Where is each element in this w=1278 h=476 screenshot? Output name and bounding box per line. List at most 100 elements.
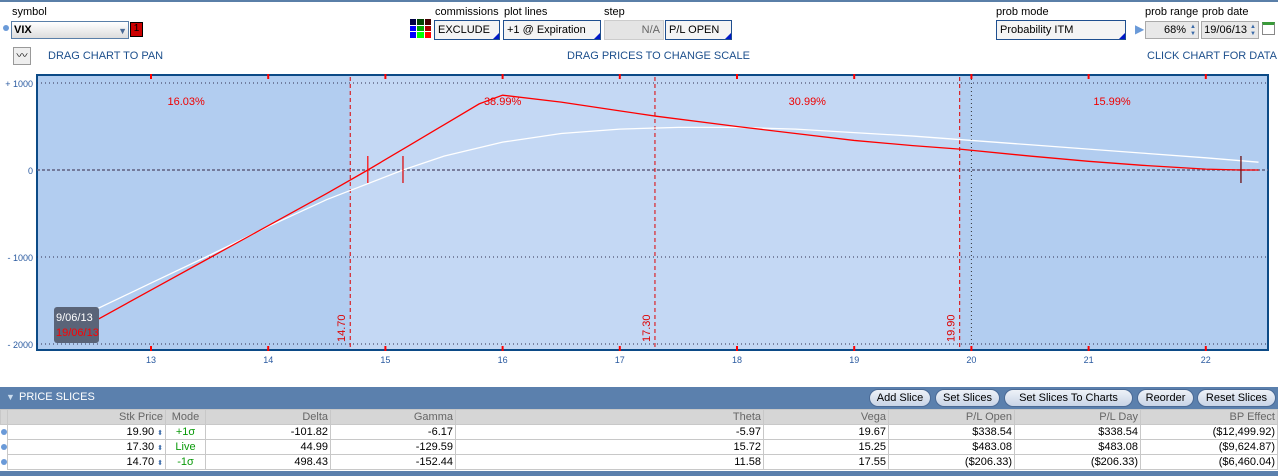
x-tick-label[interactable]: 22 [1201, 355, 1211, 365]
plot-lines-select[interactable]: +1 @ Expiration [503, 20, 601, 40]
x-tick-label[interactable]: 14 [263, 355, 273, 365]
prob-range-spinner[interactable]: 68% ▲ ▼ [1145, 21, 1199, 39]
dropdown-icon[interactable]: ▼ [118, 23, 127, 39]
x-tick-label[interactable]: 19 [849, 355, 859, 365]
value-cell: ($206.33) [1014, 454, 1141, 470]
play-arrow-icon[interactable]: ▶ [1135, 22, 1144, 36]
top-border [0, 0, 1278, 2]
col-header[interactable]: P/L Day [1014, 409, 1141, 425]
table-header: Stk Price Mode Delta Gamma Theta Vega P/L Open… [0, 409, 1278, 425]
value-cell: -152.44 [330, 454, 456, 470]
row-dot-icon[interactable] [1, 459, 7, 465]
prob-range-label: prob range [1145, 6, 1199, 18]
price-slices-table: Stk Price Mode Delta Gamma Theta Vega P/L Open… [0, 409, 1278, 470]
col-header[interactable]: P/L Open [888, 409, 1015, 425]
reorder-button[interactable]: Reorder [1137, 389, 1194, 407]
link-dot-icon[interactable] [3, 25, 9, 31]
risk-profile-chart[interactable]: + 1000 0 - 1000 - 2000 13 14 15 16 17 18 19 20 21 22 1… [0, 70, 1278, 370]
value-cell: 15.72 [455, 439, 764, 455]
x-tick-label[interactable]: 21 [1084, 355, 1094, 365]
stk-price-value: 19.90 [126, 426, 155, 438]
legend-date-white: 9/06/13 [56, 312, 93, 324]
col-header[interactable]: Vega [763, 409, 889, 425]
commissions-label: commissions [435, 6, 499, 18]
slice-label: 19.90 [946, 314, 958, 342]
y-tick-label[interactable]: 0 [28, 166, 33, 176]
probability-label: 30.99% [789, 96, 827, 108]
value-cell: -129.59 [330, 439, 456, 455]
prob-date-spinner[interactable]: 19/06/13 ▲ ▼ [1201, 21, 1259, 39]
pan-hint: DRAG CHART TO PAN [48, 50, 164, 62]
symbol-badge[interactable]: 1 [130, 22, 143, 37]
col-header[interactable]: Mode [165, 409, 206, 425]
value-cell: 17.55 [763, 454, 889, 470]
value-cell: ($12,499.92) [1140, 424, 1278, 440]
y-tick-label[interactable]: - 2000 [7, 340, 33, 350]
set-slices-to-charts-button[interactable]: Set Slices To Charts [1004, 389, 1133, 407]
col-header[interactable]: Delta [205, 409, 331, 425]
value-cell: $483.08 [1014, 439, 1141, 455]
add-slice-button[interactable]: Add Slice [869, 389, 931, 407]
table-row[interactable]: 17.30 ⬍ Live 44.99 -129.59 15.72 15.25 $483.08… [0, 439, 1278, 455]
row-dot-icon[interactable] [1, 444, 7, 450]
stk-price-value: 17.30 [126, 441, 155, 453]
probability-label: 15.99% [1093, 96, 1131, 108]
spinner-arrows-icon[interactable]: ⬍ [157, 445, 163, 452]
spinner-arrows-icon[interactable]: ▲ ▼ [1188, 22, 1198, 40]
color-grid-icon[interactable] [410, 19, 431, 38]
spinner-arrows-icon[interactable]: ⬍ [157, 460, 163, 467]
prob-date-label: prob date [1202, 6, 1249, 18]
col-header[interactable]: Theta [455, 409, 764, 425]
value-cell: 498.43 [205, 454, 331, 470]
slice-label: 14.70 [336, 314, 348, 342]
value-cell: ($6,460.04) [1140, 454, 1278, 470]
col-header[interactable]: Gamma [330, 409, 456, 425]
value-cell: $338.54 [1014, 424, 1141, 440]
value-cell: -5.97 [455, 424, 764, 440]
symbol-input[interactable]: VIX ▼ [11, 21, 129, 39]
bottom-bar [0, 471, 1278, 476]
mode-cell[interactable]: Live [165, 439, 206, 455]
pl-mode-select[interactable]: P/L OPEN [665, 20, 732, 40]
value-cell: 11.58 [455, 454, 764, 470]
table-row[interactable]: 19.90 ⬍ +1σ -101.82 -6.17 -5.97 19.67 $338.54 $… [0, 424, 1278, 440]
col-header[interactable]: Stk Price [7, 409, 166, 425]
value-cell: ($9,624.87) [1140, 439, 1278, 455]
row-dot-icon[interactable] [1, 429, 7, 436]
calendar-icon[interactable] [1262, 22, 1275, 35]
table-row[interactable]: 14.70 ⬍ -1σ 498.43 -152.44 11.58 17.55 ($206.3… [0, 454, 1278, 470]
prob-mode-select[interactable]: Probability ITM [996, 20, 1126, 40]
stk-price-cell[interactable]: 14.70 ⬍ [7, 454, 166, 470]
mode-cell[interactable]: +1σ [165, 424, 206, 440]
probability-label: 38.99% [484, 96, 522, 108]
x-tick-label[interactable]: 20 [966, 355, 976, 365]
y-tick-label[interactable]: + 1000 [5, 79, 33, 89]
x-tick-label[interactable]: 18 [732, 355, 742, 365]
value-cell: -101.82 [205, 424, 331, 440]
col-header[interactable]: BP Effect [1140, 409, 1278, 425]
x-tick-label[interactable]: 17 [615, 355, 625, 365]
value-cell: ($206.33) [888, 454, 1015, 470]
x-tick-label[interactable]: 16 [498, 355, 508, 365]
value-cell: 19.67 [763, 424, 889, 440]
step-input[interactable]: N/A [604, 20, 664, 40]
reset-slices-button[interactable]: Reset Slices [1197, 389, 1276, 407]
spinner-arrows-icon[interactable]: ▲ ▼ [1248, 22, 1258, 40]
prob-mode-label: prob mode [996, 6, 1049, 18]
stk-price-cell[interactable]: 17.30 ⬍ [7, 439, 166, 455]
mode-cell[interactable]: -1σ [165, 454, 206, 470]
x-tick-label[interactable]: 13 [146, 355, 156, 365]
y-tick-label[interactable]: - 1000 [7, 253, 33, 263]
value-cell: 44.99 [205, 439, 331, 455]
step-label: step [604, 6, 625, 18]
prob-range-value: 68% [1163, 24, 1186, 36]
x-tick-label[interactable]: 15 [380, 355, 390, 365]
collapse-icon[interactable]: ▼ [6, 392, 15, 402]
price-slices-header: ▼ PRICE SLICES Add Slice Set Slices Set … [0, 387, 1278, 409]
chart-type-icon[interactable]: 〰 [13, 47, 31, 65]
set-slices-button[interactable]: Set Slices [935, 389, 1000, 407]
symbol-value: VIX [14, 24, 32, 36]
stk-price-cell[interactable]: 19.90 ⬍ [7, 424, 166, 440]
commissions-select[interactable]: EXCLUDE [434, 20, 500, 40]
spinner-arrows-icon[interactable]: ⬍ [157, 430, 163, 437]
